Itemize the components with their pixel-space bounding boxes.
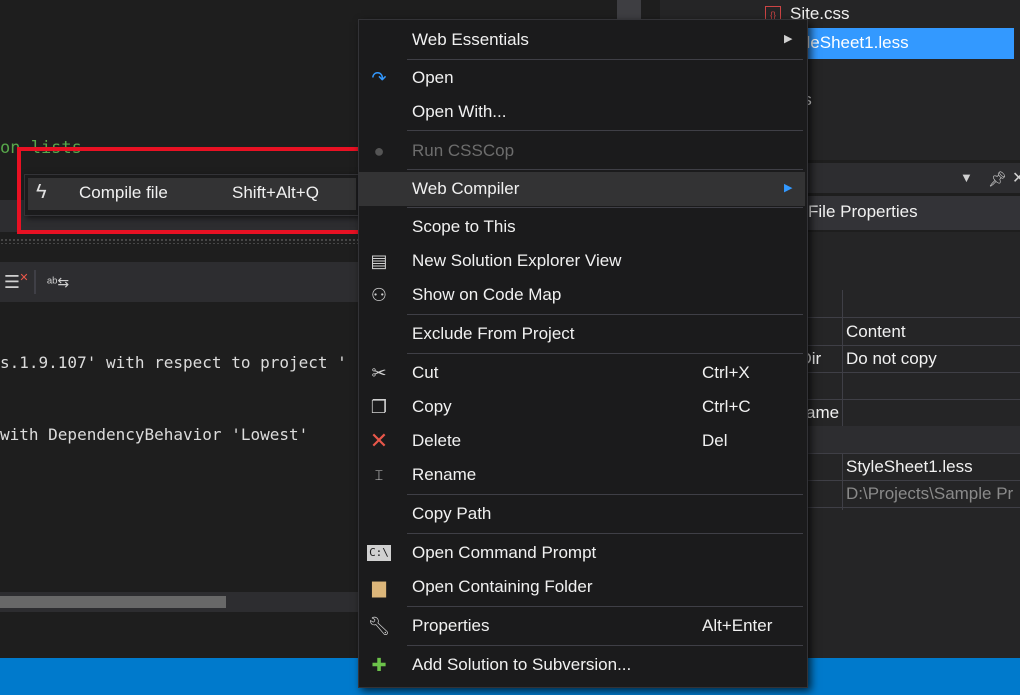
menu-separator <box>407 169 803 170</box>
menu-separator <box>407 314 803 315</box>
menu-item-label: Open With... <box>412 102 507 121</box>
delete-x-icon: ✕ <box>369 428 389 453</box>
menu-separator <box>407 606 803 607</box>
menu-item-label: Copy <box>412 397 452 416</box>
menu-item-delete[interactable]: ✕ Delete Del <box>359 424 805 458</box>
menu-item-open[interactable]: ↷ Open <box>359 61 805 95</box>
menu-item-shortcut: Alt+Enter <box>702 616 773 635</box>
menu-item-label: Open <box>412 68 454 87</box>
menu-separator <box>407 130 803 131</box>
chevron-right-icon: ▶ <box>784 182 793 194</box>
chevron-right-icon: ▶ <box>784 33 793 45</box>
menu-item-label: Cut <box>412 363 439 382</box>
solution-explorer-view-icon: ▤ <box>370 251 388 271</box>
highlight-annotation-box <box>17 147 371 234</box>
open-arrow-icon: ↷ <box>371 68 387 88</box>
menu-item-label: Scope to This <box>412 217 516 236</box>
menu-item-label: Web Essentials <box>412 30 529 49</box>
close-icon[interactable]: ✕ <box>1012 168 1020 188</box>
clear-x-icon: ✕ <box>19 272 29 284</box>
command-prompt-icon: C:\ <box>367 545 391 561</box>
menu-item-new-solution-explorer-view[interactable]: ▤ New Solution Explorer View <box>359 244 805 278</box>
menu-item-label: Exclude From Project <box>412 324 575 343</box>
output-text: s.1.9.107' with respect to project ' wit… <box>0 303 347 471</box>
menu-item-copy[interactable]: ❐ Copy Ctrl+C <box>359 390 805 424</box>
menu-item-label: Add Solution to Subversion... <box>412 655 632 674</box>
folder-icon: ▆ <box>372 577 386 597</box>
menu-item-label: New Solution Explorer View <box>412 251 622 270</box>
menu-item-label: Web Compiler <box>412 179 520 198</box>
menu-item-web-essentials[interactable]: Web Essentials ▶ <box>359 23 805 57</box>
copy-icon: ❐ <box>370 397 388 417</box>
chevron-down-icon[interactable]: ▼ <box>960 170 973 185</box>
menu-item-copy-path[interactable]: Copy Path <box>359 497 805 531</box>
menu-item-label: Show on Code Map <box>412 285 562 304</box>
wrench-icon: 🔧︎ <box>367 616 391 636</box>
menu-item-shortcut: Ctrl+C <box>702 397 751 416</box>
menu-separator <box>407 645 803 646</box>
menu-item-rename[interactable]: ⌶ Rename <box>359 458 805 492</box>
menu-item-open-containing-folder[interactable]: ▆ Open Containing Folder <box>359 570 805 604</box>
menu-separator <box>407 207 803 208</box>
toolbar-separator <box>34 270 36 294</box>
menu-item-label: Properties <box>412 616 490 635</box>
output-scrollbar-thumb[interactable] <box>0 596 226 608</box>
menu-item-add-solution-to-subversion[interactable]: ✚ Add Solution to Subversion... <box>359 648 805 682</box>
menu-item-exclude-from-project[interactable]: Exclude From Project <box>359 317 805 351</box>
menu-item-run-csscop: ● Run CSSCop <box>359 134 805 168</box>
menu-item-open-with[interactable]: Open With... <box>359 95 805 129</box>
menu-item-shortcut: Del <box>702 431 728 450</box>
menu-item-scope-to-this[interactable]: Scope to This <box>359 210 805 244</box>
menu-item-cut[interactable]: ✂ Cut Ctrl+X <box>359 356 805 390</box>
menu-separator <box>407 353 803 354</box>
menu-item-show-on-code-map[interactable]: ⚇ Show on Code Map <box>359 278 805 312</box>
menu-item-web-compiler[interactable]: Web Compiler ▶ <box>359 172 805 206</box>
menu-item-label: Open Containing Folder <box>412 577 593 596</box>
solution-item-stylesheet-less[interactable]: yleSheet1.less <box>798 33 909 53</box>
menu-item-open-command-prompt[interactable]: C:\ Open Command Prompt <box>359 536 805 570</box>
menu-item-label: Delete <box>412 431 462 450</box>
menu-item-label: Run CSSCop <box>412 141 515 160</box>
menu-separator <box>407 494 803 495</box>
subversion-add-icon: ✚ <box>371 655 387 675</box>
menu-item-properties[interactable]: 🔧︎ Properties Alt+Enter <box>359 609 805 643</box>
output-line: s.1.9.107' with respect to project ' <box>0 353 347 372</box>
menu-separator <box>407 59 803 60</box>
menu-item-shortcut: Ctrl+X <box>702 363 750 382</box>
pin-icon[interactable]: 📌︎ <box>988 170 1007 188</box>
output-line: with DependencyBehavior 'Lowest' <box>0 425 309 444</box>
properties-header-title: File Properties <box>808 202 918 221</box>
menu-item-label: Open Command Prompt <box>412 543 597 562</box>
menu-item-label: Copy Path <box>412 504 492 523</box>
menu-item-label: Rename <box>412 465 477 484</box>
rename-icon: ⌶ <box>374 467 384 483</box>
word-wrap-icon[interactable]: ᵃᵇ⇆ <box>46 270 70 294</box>
menu-separator <box>407 533 803 534</box>
scissors-icon: ✂ <box>371 363 387 383</box>
code-map-icon: ⚇ <box>370 285 388 305</box>
csscop-icon: ● <box>373 141 385 161</box>
